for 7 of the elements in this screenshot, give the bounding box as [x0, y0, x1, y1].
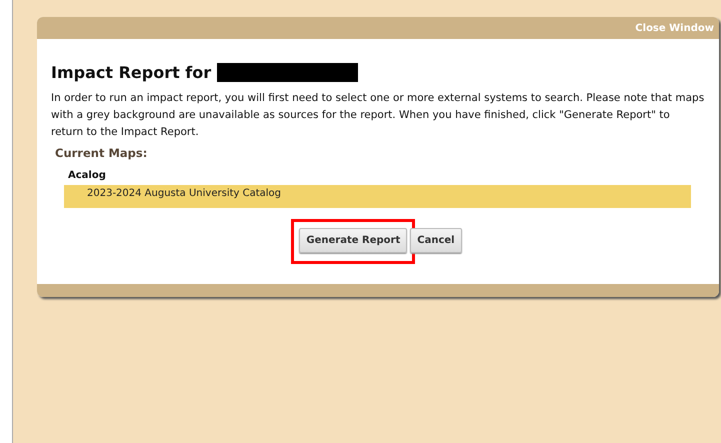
- generate-report-button[interactable]: Generate Report: [299, 228, 408, 253]
- dialog-title: Impact Report for: [51, 63, 212, 82]
- cancel-button[interactable]: Cancel: [410, 228, 462, 253]
- map-item[interactable]: 2023-2024 Augusta University Catalog: [64, 185, 691, 208]
- group-heading: Acalog: [67, 170, 107, 181]
- description-text: In order to run an impact report, you will first need to select one or more external systems to search. Please note that maps with a grey background are unavailable as sources for the report. When you have finished, click "Generate Report" to return to the Impact Report.: [51, 91, 705, 140]
- section-label: Current Maps:: [55, 146, 148, 160]
